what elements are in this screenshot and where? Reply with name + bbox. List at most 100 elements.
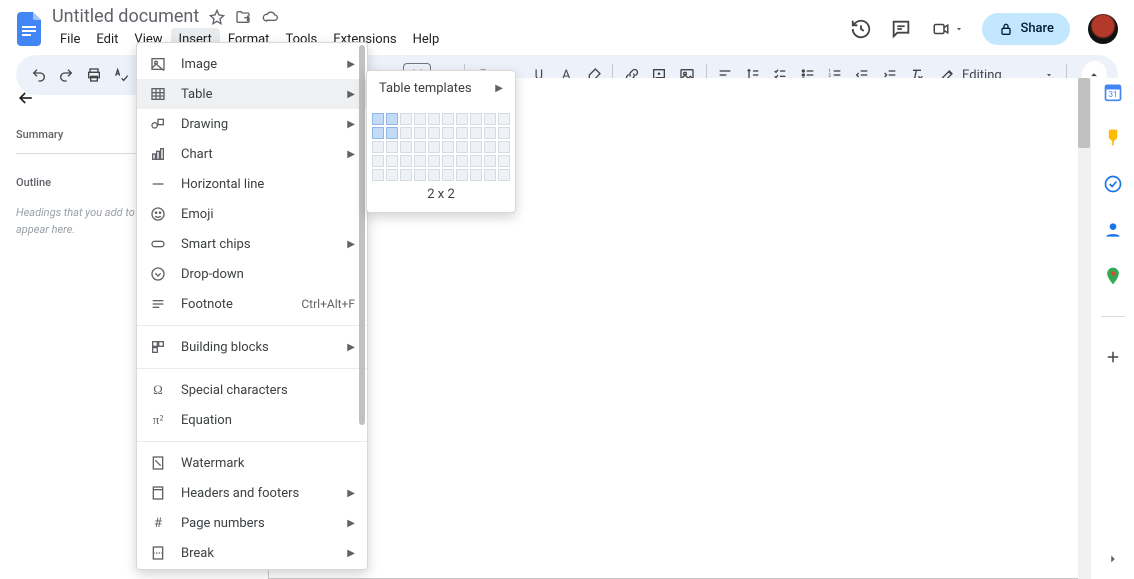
insert-special-characters-item[interactable]: Ω Special characters: [137, 375, 367, 405]
table-grid-cell[interactable]: [414, 155, 426, 167]
table-grid-cell[interactable]: [442, 155, 454, 167]
menu-file[interactable]: File: [52, 28, 88, 51]
table-grid-cell[interactable]: [414, 127, 426, 139]
hide-side-panel-icon[interactable]: [1103, 549, 1123, 569]
table-grid-cell[interactable]: [498, 113, 510, 125]
dropdown-scrollbar[interactable]: [359, 45, 365, 567]
contacts-icon[interactable]: [1103, 220, 1123, 240]
table-grid-cell[interactable]: [400, 155, 412, 167]
menu-separator: [137, 325, 367, 326]
share-button[interactable]: Share: [982, 13, 1070, 45]
table-grid-cell[interactable]: [456, 155, 468, 167]
insert-smart-chips-item[interactable]: Smart chips ▶: [137, 229, 367, 259]
table-grid-cell[interactable]: [456, 169, 468, 181]
table-grid-cell[interactable]: [386, 155, 398, 167]
star-icon[interactable]: [209, 9, 225, 25]
table-grid-cell[interactable]: [386, 141, 398, 153]
table-grid-cell[interactable]: [484, 155, 496, 167]
insert-break-item[interactable]: Break ▶: [137, 538, 367, 568]
document-title[interactable]: Untitled document: [52, 6, 199, 27]
table-grid-cell[interactable]: [470, 127, 482, 139]
insert-dropdown-item[interactable]: Drop-down: [137, 259, 367, 289]
move-icon[interactable]: [235, 9, 251, 25]
table-grid-cell[interactable]: [428, 113, 440, 125]
menu-label: Smart chips: [181, 237, 251, 252]
table-grid-cell[interactable]: [498, 155, 510, 167]
table-grid-cell[interactable]: [386, 113, 398, 125]
insert-building-blocks-item[interactable]: Building blocks ▶: [137, 332, 367, 362]
table-grid-cell[interactable]: [400, 141, 412, 153]
insert-watermark-item[interactable]: Watermark: [137, 448, 367, 478]
avatar[interactable]: [1088, 14, 1118, 44]
table-grid-cell[interactable]: [386, 127, 398, 139]
table-grid-cell[interactable]: [400, 113, 412, 125]
emoji-icon: [149, 206, 167, 222]
table-grid-cell[interactable]: [470, 141, 482, 153]
dropdown-scroll-thumb[interactable]: [359, 45, 365, 425]
table-grid-cell[interactable]: [414, 113, 426, 125]
insert-image-item[interactable]: Image ▶: [137, 49, 367, 79]
table-grid-cell[interactable]: [442, 113, 454, 125]
add-addon-icon[interactable]: [1103, 347, 1123, 367]
headers-icon: [149, 485, 167, 501]
table-grid-cell[interactable]: [414, 169, 426, 181]
table-grid-cell[interactable]: [428, 127, 440, 139]
meet-icon[interactable]: [930, 20, 964, 38]
table-grid-cell[interactable]: [484, 113, 496, 125]
table-grid-cell[interactable]: [428, 169, 440, 181]
history-icon[interactable]: [850, 18, 872, 40]
scrollbar-thumb[interactable]: [1078, 78, 1090, 148]
menu-label: Building blocks: [181, 340, 269, 355]
table-grid-cell[interactable]: [400, 169, 412, 181]
table-grid-cell[interactable]: [470, 155, 482, 167]
cloud-status-icon[interactable]: [261, 9, 279, 25]
table-grid-cell[interactable]: [442, 169, 454, 181]
docs-logo-icon[interactable]: [16, 11, 44, 47]
scrollbar-track[interactable]: [1078, 78, 1090, 579]
insert-headers-footers-item[interactable]: Headers and footers ▶: [137, 478, 367, 508]
table-templates-item[interactable]: Table templates ▶: [367, 71, 515, 105]
insert-footnote-item[interactable]: Footnote Ctrl+Alt+F: [137, 289, 367, 319]
menu-edit[interactable]: Edit: [88, 28, 126, 51]
table-grid-cell[interactable]: [484, 141, 496, 153]
insert-equation-item[interactable]: π² Equation: [137, 405, 367, 435]
maps-icon[interactable]: [1103, 266, 1123, 286]
table-grid-cell[interactable]: [400, 127, 412, 139]
table-grid-cell[interactable]: [386, 169, 398, 181]
table-grid-cell[interactable]: [470, 113, 482, 125]
table-grid-cell[interactable]: [414, 141, 426, 153]
table-grid-cell[interactable]: [442, 127, 454, 139]
table-grid-cell[interactable]: [456, 127, 468, 139]
table-grid-cell[interactable]: [456, 113, 468, 125]
insert-horizontal-line-item[interactable]: Horizontal line: [137, 169, 367, 199]
table-grid-cell[interactable]: [484, 127, 496, 139]
table-grid-cell[interactable]: [372, 155, 384, 167]
table-grid-cell[interactable]: [442, 141, 454, 153]
table-grid-cell[interactable]: [372, 113, 384, 125]
table-grid-cell[interactable]: [484, 169, 496, 181]
keep-icon[interactable]: [1103, 128, 1123, 148]
insert-table-item[interactable]: Table ▶: [137, 79, 367, 109]
menu-separator: [137, 368, 367, 369]
calendar-icon[interactable]: 31: [1103, 82, 1123, 102]
table-grid-cell[interactable]: [372, 169, 384, 181]
table-grid-cell[interactable]: [428, 155, 440, 167]
table-grid-cell[interactable]: [470, 169, 482, 181]
insert-chart-item[interactable]: Chart ▶: [137, 139, 367, 169]
table-grid-cell[interactable]: [372, 127, 384, 139]
table-grid-cell[interactable]: [498, 141, 510, 153]
tasks-icon[interactable]: [1103, 174, 1123, 194]
smart-chips-icon: [149, 236, 167, 252]
table-grid-cell[interactable]: [372, 141, 384, 153]
insert-page-numbers-item[interactable]: # Page numbers ▶: [137, 508, 367, 538]
table-grid-cell[interactable]: [498, 169, 510, 181]
table-grid-cell[interactable]: [498, 127, 510, 139]
menu-help[interactable]: Help: [405, 28, 448, 51]
insert-emoji-item[interactable]: Emoji: [137, 199, 367, 229]
table-grid-cell[interactable]: [456, 141, 468, 153]
table-size-picker[interactable]: [372, 113, 510, 181]
omega-icon: Ω: [149, 382, 167, 398]
comments-icon[interactable]: [890, 18, 912, 40]
table-grid-cell[interactable]: [428, 141, 440, 153]
insert-drawing-item[interactable]: Drawing ▶: [137, 109, 367, 139]
